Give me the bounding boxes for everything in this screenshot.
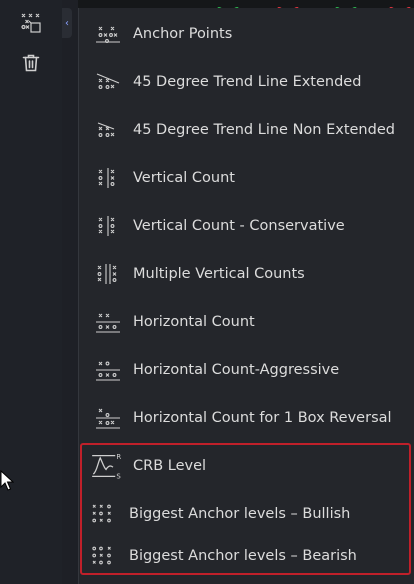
- multiple-vertical-counts-icon: [97, 264, 117, 284]
- menu-item-45-degree-trend-line-extended[interactable]: 45 Degree Trend Line Extended: [79, 58, 414, 106]
- delete-button[interactable]: [16, 48, 46, 78]
- menu-item-label: 45 Degree Trend Line Non Extended: [133, 122, 395, 138]
- svg-text:R: R: [116, 453, 121, 461]
- menu-item-label: Horizontal Count-Aggressive: [133, 362, 340, 378]
- menu-item-label: 45 Degree Trend Line Extended: [133, 74, 362, 90]
- menu-item-label: Biggest Anchor levels – Bullish: [129, 506, 351, 522]
- menu-item-label: Horizontal Count for 1 Box Reversal: [133, 410, 392, 426]
- menu-item-label: Vertical Count - Conservative: [133, 218, 345, 234]
- chevron-left-icon: ‹: [65, 17, 69, 29]
- menu-item-45-degree-trend-line-non-extended[interactable]: 45 Degree Trend Line Non Extended: [79, 106, 414, 154]
- vertical-count-conservative-icon: [98, 216, 115, 236]
- svg-text:S: S: [116, 473, 120, 481]
- horizontal-count-1-box-icon: [96, 408, 120, 429]
- left-toolbar: [0, 0, 62, 584]
- menu-item-anchor-points[interactable]: Anchor Points: [79, 10, 414, 58]
- chart-background-strip: [78, 0, 414, 8]
- anchor-bullish-icon: [92, 504, 111, 523]
- point-figure-tools-icon: [21, 13, 41, 33]
- anchor-points-icon: [96, 26, 120, 43]
- vertical-count-icon: [98, 168, 115, 188]
- trend-line-extended-icon: [96, 73, 120, 89]
- menu-item-horizontal-count-1-box-reversal[interactable]: Horizontal Count for 1 Box Reversal: [79, 394, 414, 442]
- menu-item-label: Horizontal Count: [133, 314, 255, 330]
- point-figure-tools-button[interactable]: [16, 8, 46, 38]
- menu-item-label: CRB Level: [133, 458, 207, 474]
- menu-item-multiple-vertical-counts[interactable]: Multiple Vertical Counts: [79, 250, 414, 298]
- menu-item-crb-level[interactable]: R S CRB Level: [79, 442, 414, 490]
- menu-item-biggest-anchor-levels-bullish[interactable]: Biggest Anchor levels – Bullish: [79, 490, 414, 538]
- horizontal-count-aggressive-icon: [96, 361, 120, 381]
- mouse-cursor-icon: [0, 470, 14, 491]
- menu-item-label: Biggest Anchor levels – Bearish: [129, 548, 357, 564]
- menu-item-vertical-count[interactable]: Vertical Count: [79, 154, 414, 202]
- trend-line-non-extended-icon: [97, 122, 115, 137]
- menu-item-label: Anchor Points: [133, 26, 233, 42]
- menu-item-vertical-count-conservative[interactable]: Vertical Count - Conservative: [79, 202, 414, 250]
- point-figure-tools-menu: Anchor Points 45 Degree Trend Line Exten…: [78, 8, 414, 584]
- horizontal-count-icon: [96, 313, 120, 333]
- anchor-bearish-icon: [92, 546, 111, 565]
- crb-level-icon: R S: [92, 453, 121, 481]
- collapse-panel-button[interactable]: ‹: [62, 8, 72, 38]
- menu-item-biggest-anchor-levels-bearish[interactable]: Biggest Anchor levels – Bearish: [79, 532, 414, 580]
- trash-icon: [22, 54, 40, 72]
- menu-item-horizontal-count-aggressive[interactable]: Horizontal Count-Aggressive: [79, 346, 414, 394]
- menu-item-horizontal-count[interactable]: Horizontal Count: [79, 298, 414, 346]
- menu-item-label: Vertical Count: [133, 170, 235, 186]
- menu-item-label: Multiple Vertical Counts: [133, 266, 305, 282]
